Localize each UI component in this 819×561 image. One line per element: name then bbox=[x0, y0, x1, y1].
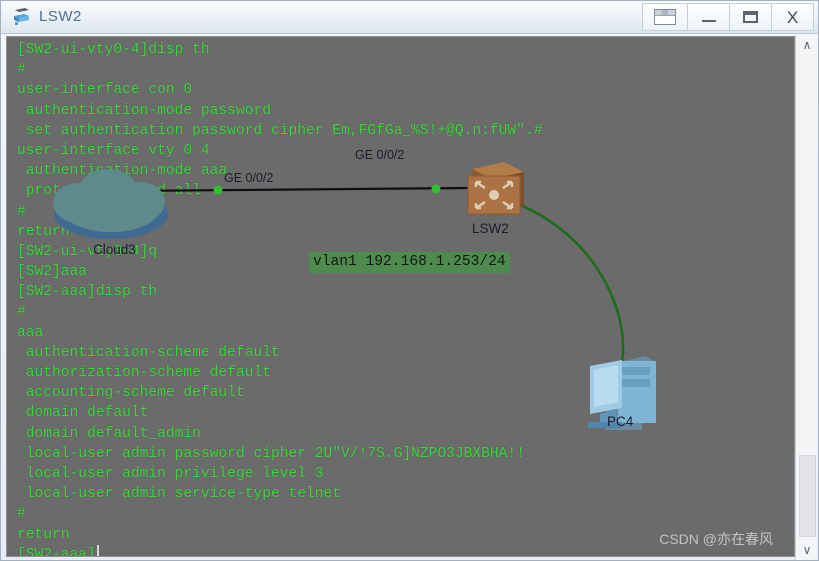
terminal-line: [SW2]aaa bbox=[17, 264, 88, 281]
minimize-icon bbox=[701, 20, 716, 22]
terminal-cursor bbox=[96, 544, 99, 556]
scrollbar-thumb[interactable] bbox=[799, 455, 816, 537]
terminal-line: authentication-mode aaa bbox=[17, 163, 228, 180]
terminal-line: # bbox=[17, 506, 26, 523]
terminal-prompt-text: [SW2-aaa] bbox=[17, 546, 96, 557]
application-window: LSW2 X [SW2-ui-vty0-4]disp th # user-inter… bbox=[0, 0, 819, 561]
switch-icon bbox=[11, 5, 33, 27]
scroll-up-button[interactable]: ∧ bbox=[796, 35, 818, 55]
title-bar: LSW2 X bbox=[1, 1, 818, 34]
maximize-icon bbox=[743, 11, 758, 23]
terminal-line: # bbox=[17, 304, 26, 321]
terminal-line: authentication-scheme default bbox=[17, 344, 280, 361]
terminal-line: protocol inbound all bbox=[17, 183, 201, 200]
terminal-output[interactable]: [SW2-ui-vty0-4]disp th # user-interface co… bbox=[7, 37, 794, 556]
minimize-button[interactable] bbox=[688, 3, 730, 31]
terminal-line: domain default bbox=[17, 405, 149, 422]
terminal-line: # bbox=[17, 203, 26, 220]
terminal-line: user-interface con 0 bbox=[17, 82, 193, 99]
terminal-line: [SW2-ui-vty0-4]disp th bbox=[17, 42, 210, 58]
terminal-line: set authentication password cipher Em,FG… bbox=[17, 122, 543, 139]
terminal-line: authorization-scheme default bbox=[17, 365, 271, 381]
terminal-line: [SW2-aaa]disp th bbox=[17, 284, 158, 301]
terminal-line: aaa bbox=[17, 324, 44, 341]
terminal-line: authentication-mode password bbox=[17, 102, 271, 119]
scroll-down-button[interactable]: ∨ bbox=[796, 540, 818, 560]
maximize-button[interactable] bbox=[730, 3, 772, 31]
terminal-line: local-user admin service-type telnet bbox=[17, 486, 342, 503]
capture-button[interactable] bbox=[642, 3, 688, 31]
terminal-line: user-interface vty 0 4 bbox=[17, 142, 210, 159]
terminal-panel[interactable]: [SW2-ui-vty0-4]disp th # user-interface co… bbox=[6, 36, 795, 557]
title-bar-left: LSW2 bbox=[11, 5, 82, 27]
terminal-line: return bbox=[17, 526, 70, 543]
terminal-line: local-user admin password cipher 2U"V/!7… bbox=[17, 445, 525, 462]
vertical-scrollbar[interactable]: ∧ ∨ bbox=[795, 35, 817, 560]
window-controls: X bbox=[642, 3, 814, 31]
close-button[interactable]: X bbox=[772, 3, 814, 31]
terminal-line: # bbox=[17, 62, 26, 79]
close-icon: X bbox=[786, 7, 799, 27]
window-title: LSW2 bbox=[39, 7, 82, 25]
terminal-line: [SW2-ui-vty0-4]q bbox=[17, 243, 158, 260]
window-frame: LSW2 X [SW2-ui-vty0-4]disp th # user-inter… bbox=[0, 0, 819, 561]
terminal-prompt[interactable]: [SW2-aaa] bbox=[17, 544, 794, 557]
terminal-line: domain default_admin bbox=[17, 425, 201, 442]
terminal-line: return bbox=[17, 223, 70, 240]
terminal-line: accounting-scheme default bbox=[17, 385, 245, 402]
terminal-line: local-user admin privilege level 3 bbox=[17, 465, 324, 482]
capture-icon bbox=[654, 9, 676, 25]
